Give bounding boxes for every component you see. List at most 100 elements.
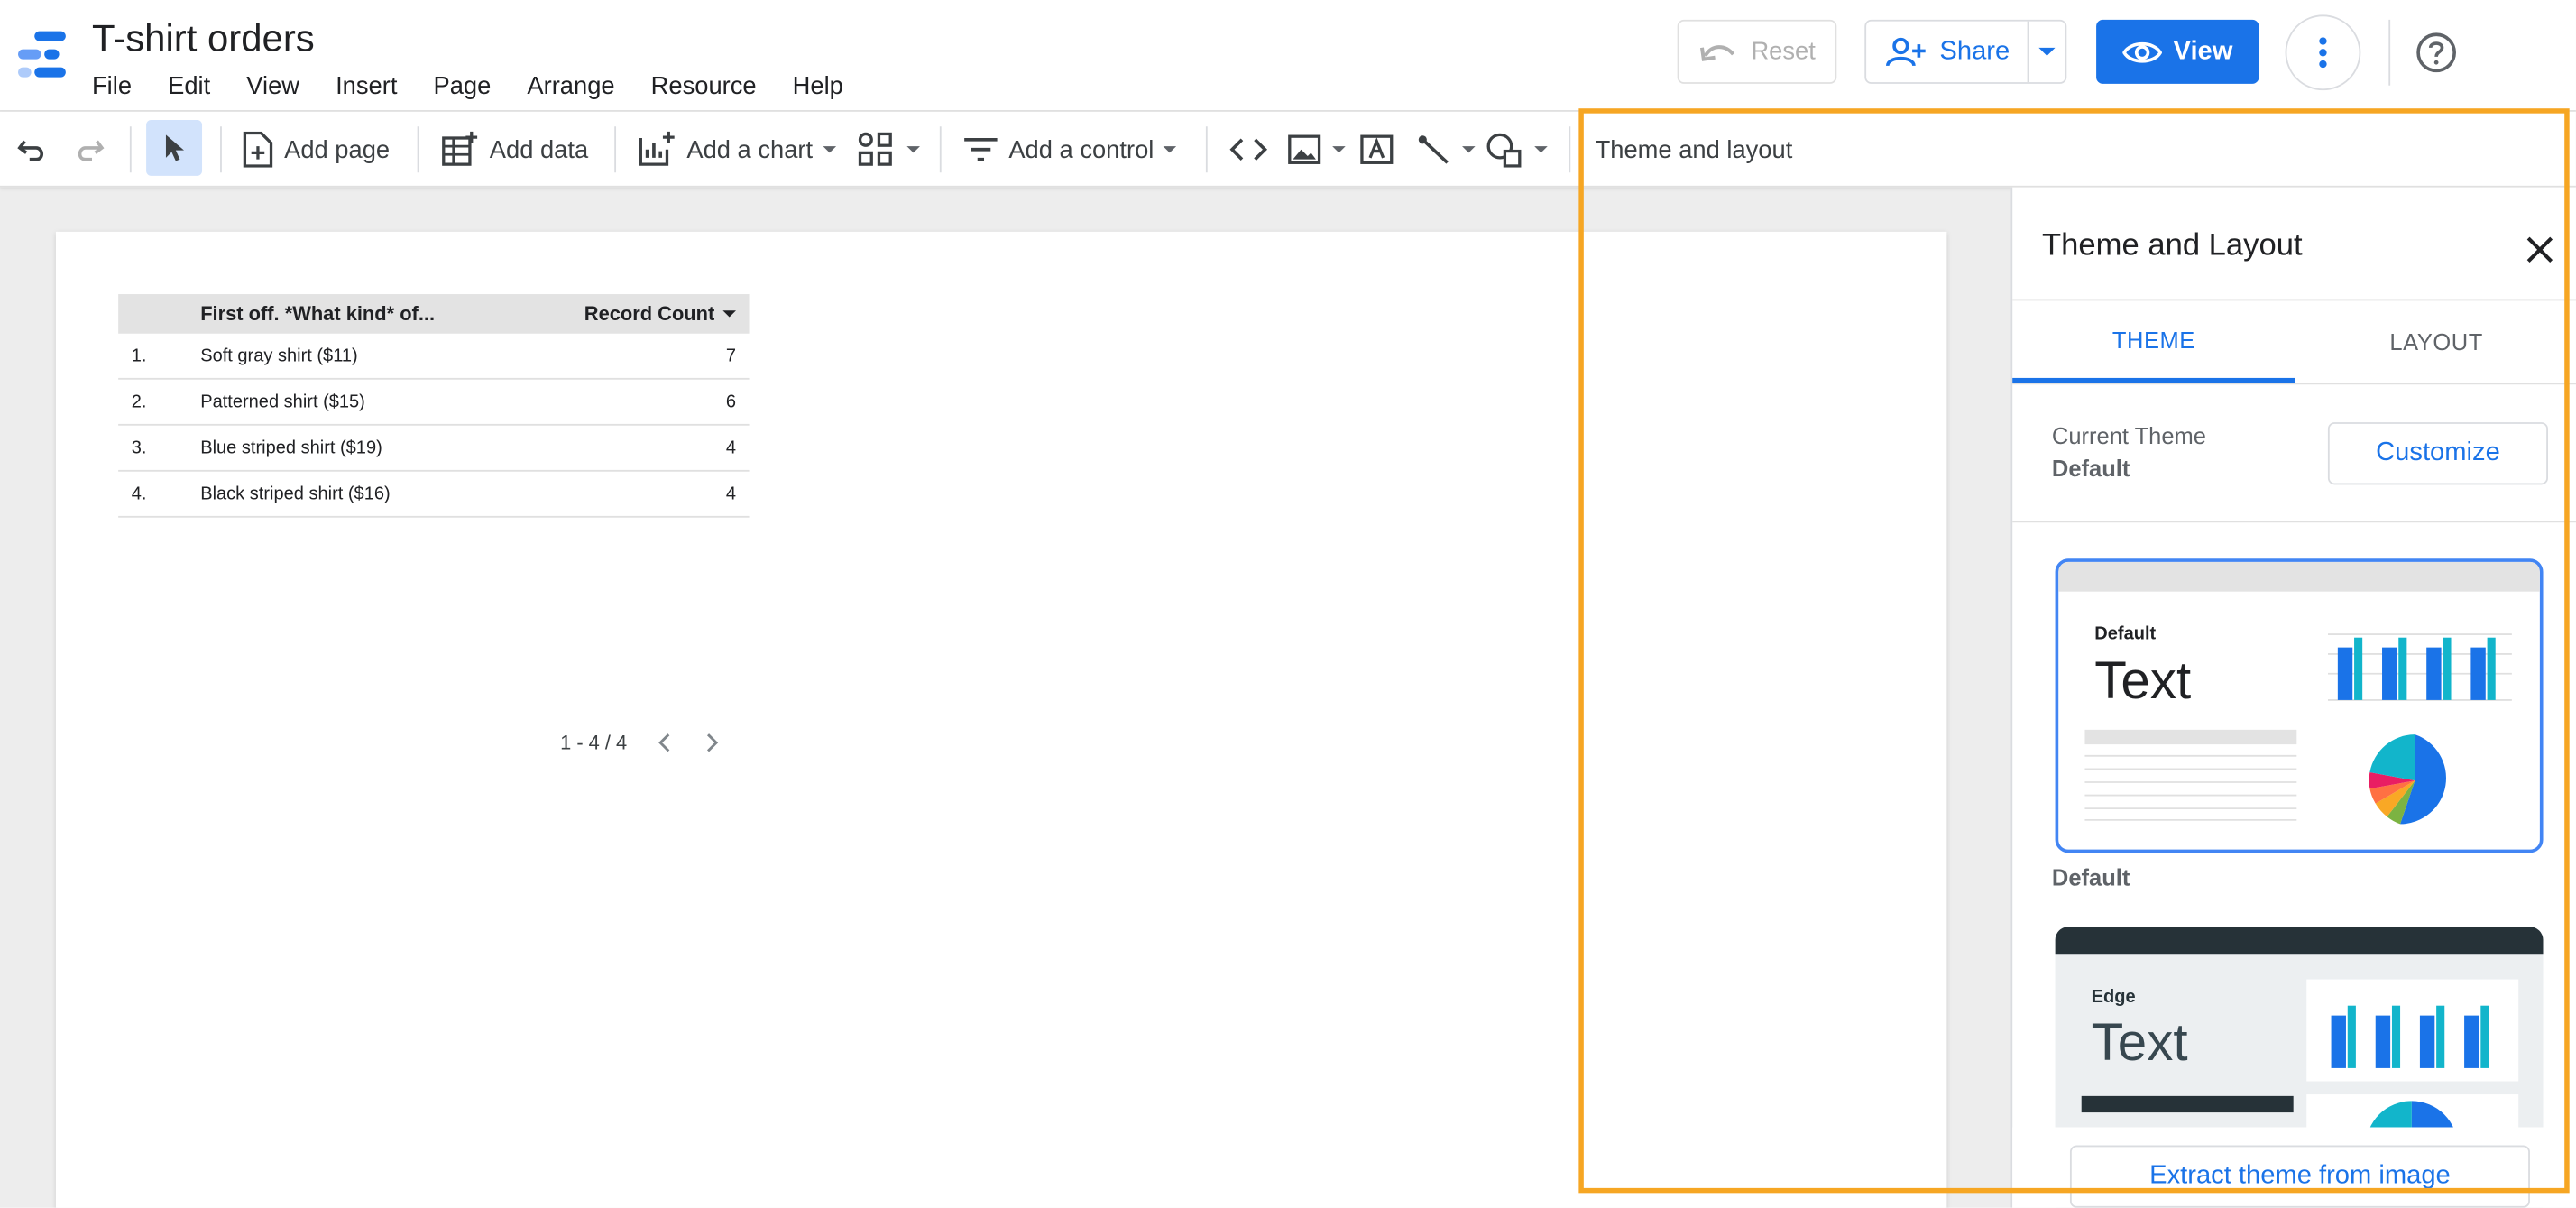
theme-preview-text: Text xyxy=(2091,1011,2188,1072)
menu-resource[interactable]: Resource xyxy=(651,72,775,100)
add-control-button[interactable]: Add a control xyxy=(962,112,1177,188)
toolbar-divider xyxy=(1205,126,1208,173)
add-control-label: Add a control xyxy=(1008,135,1155,164)
row-number: 2. xyxy=(131,392,147,412)
url-embed-button[interactable] xyxy=(1228,112,1268,188)
chevron-down-icon xyxy=(2038,47,2056,56)
theme-card-default[interactable]: Default Text xyxy=(2055,558,2544,853)
toolbar-divider xyxy=(129,126,132,173)
line-button[interactable] xyxy=(1416,112,1476,188)
redo-button[interactable] xyxy=(72,112,105,188)
help-icon[interactable] xyxy=(2415,32,2457,74)
toolbar-divider xyxy=(939,126,942,173)
undo-icon xyxy=(17,140,44,161)
theme-preview-table xyxy=(2084,729,2297,821)
table-row: 2. Patterned shirt ($15) 6 xyxy=(118,380,750,426)
theme-and-layout-label: Theme and layout xyxy=(1595,135,1793,164)
add-chart-button[interactable]: Add a chart xyxy=(638,112,836,188)
code-icon xyxy=(1229,138,1268,161)
editor-toolbar: Add page Add data Add a chart Add a cont… xyxy=(0,111,2576,188)
text-icon xyxy=(1360,134,1394,164)
chevron-down-icon xyxy=(906,146,920,153)
row-value: 6 xyxy=(725,392,736,412)
theme-preview-label: Edge xyxy=(2091,987,2136,1008)
theme-preview-bar-chart xyxy=(2327,633,2512,701)
menu-help[interactable]: Help xyxy=(793,72,861,100)
chevron-down-icon xyxy=(1332,146,1346,153)
add-data-button[interactable]: Add data xyxy=(440,112,588,188)
tab-layout[interactable]: LAYOUT xyxy=(2295,300,2575,383)
select-tool-button[interactable] xyxy=(146,119,203,176)
add-page-label: Add page xyxy=(284,135,391,164)
chevron-down-icon xyxy=(1462,146,1476,153)
toolbar-divider xyxy=(614,126,617,173)
add-page-icon xyxy=(243,131,273,168)
menu-edit[interactable]: Edit xyxy=(168,72,228,100)
data-table[interactable]: First off. *What kind* of... Record Coun… xyxy=(118,294,750,518)
theme-preview-pie-chart xyxy=(2369,734,2446,825)
report-page-canvas[interactable]: First off. *What kind* of... Record Coun… xyxy=(55,231,1947,1208)
app-header: T-shirt orders File Edit View Insert Pag… xyxy=(0,0,2576,112)
menu-page[interactable]: Page xyxy=(433,72,509,100)
add-data-icon xyxy=(442,131,478,166)
more-vert-icon xyxy=(2319,37,2327,69)
chevron-down-icon xyxy=(1534,146,1548,153)
data-studio-app: T-shirt orders File Edit View Insert Pag… xyxy=(0,0,2576,1208)
row-label: Black striped shirt ($16) xyxy=(200,484,391,504)
share-button[interactable]: Share xyxy=(1866,21,2029,83)
text-button[interactable] xyxy=(1358,112,1394,188)
theme-preview-bar-chart xyxy=(2331,1005,2489,1068)
theme-preview-header xyxy=(2055,927,2544,955)
toolbar-divider xyxy=(1569,126,1571,173)
theme-preview-text: Text xyxy=(2094,650,2192,710)
table-header-metric[interactable]: Record Count xyxy=(578,302,749,326)
theme-layout-panel: Theme and Layout THEME LAYOUT Current Th… xyxy=(2010,187,2576,1208)
table-header-metric-label: Record Count xyxy=(584,302,715,326)
community-viz-button[interactable] xyxy=(858,112,920,188)
data-studio-logo-icon[interactable] xyxy=(14,26,70,82)
menu-insert[interactable]: Insert xyxy=(336,72,415,100)
row-label: Patterned shirt ($15) xyxy=(200,392,365,412)
filter-icon xyxy=(964,137,998,161)
row-value: 4 xyxy=(725,484,736,504)
image-icon xyxy=(1288,134,1321,164)
view-button[interactable]: View xyxy=(2096,19,2259,84)
chevron-down-icon xyxy=(1164,146,1177,153)
theme-and-layout-button[interactable]: Theme and layout xyxy=(1596,112,1793,188)
menu-file[interactable]: File xyxy=(92,72,150,100)
table-header-dimension[interactable]: First off. *What kind* of... xyxy=(200,302,578,325)
row-label: Soft gray shirt ($11) xyxy=(200,346,358,366)
menu-arrange[interactable]: Arrange xyxy=(527,72,632,100)
menu-bar: File Edit View Insert Page Arrange Resou… xyxy=(92,72,879,100)
panel-divider xyxy=(2012,521,2576,523)
image-button[interactable] xyxy=(1286,112,1346,188)
theme-preview-table-header xyxy=(2081,1095,2294,1113)
shape-button[interactable] xyxy=(1486,112,1548,188)
more-options-button[interactable] xyxy=(2285,14,2361,91)
tab-theme[interactable]: THEME xyxy=(2012,300,2295,383)
line-icon xyxy=(1418,135,1449,164)
sort-descending-icon xyxy=(722,310,736,318)
toolbar-divider xyxy=(417,126,419,173)
shape-icon xyxy=(1486,133,1522,168)
eye-icon xyxy=(2122,41,2162,62)
panel-tabs: THEME LAYOUT xyxy=(2012,299,2576,385)
row-label: Blue striped shirt ($19) xyxy=(200,438,382,458)
table-row: 1. Soft gray shirt ($11) 7 xyxy=(118,334,750,380)
undo-button[interactable] xyxy=(16,112,49,188)
share-dropdown-button[interactable] xyxy=(2029,22,2065,82)
row-number: 1. xyxy=(131,346,147,366)
panel-title: Theme and Layout xyxy=(2042,228,2303,263)
add-page-button[interactable]: Add page xyxy=(242,112,390,188)
chevron-right-icon[interactable] xyxy=(703,732,719,754)
extract-theme-button[interactable]: Extract theme from image xyxy=(2069,1145,2530,1208)
close-icon[interactable] xyxy=(2522,232,2558,268)
redo-icon xyxy=(78,140,105,161)
menu-view[interactable]: View xyxy=(246,72,317,100)
chevron-left-icon[interactable] xyxy=(657,732,673,754)
report-title[interactable]: T-shirt orders xyxy=(92,16,315,60)
table-row: 3. Blue striped shirt ($19) 4 xyxy=(118,426,750,472)
customize-button[interactable]: Customize xyxy=(2327,422,2548,485)
current-theme-label: Current Theme xyxy=(2051,422,2206,449)
reset-button[interactable]: Reset xyxy=(1677,19,1837,84)
